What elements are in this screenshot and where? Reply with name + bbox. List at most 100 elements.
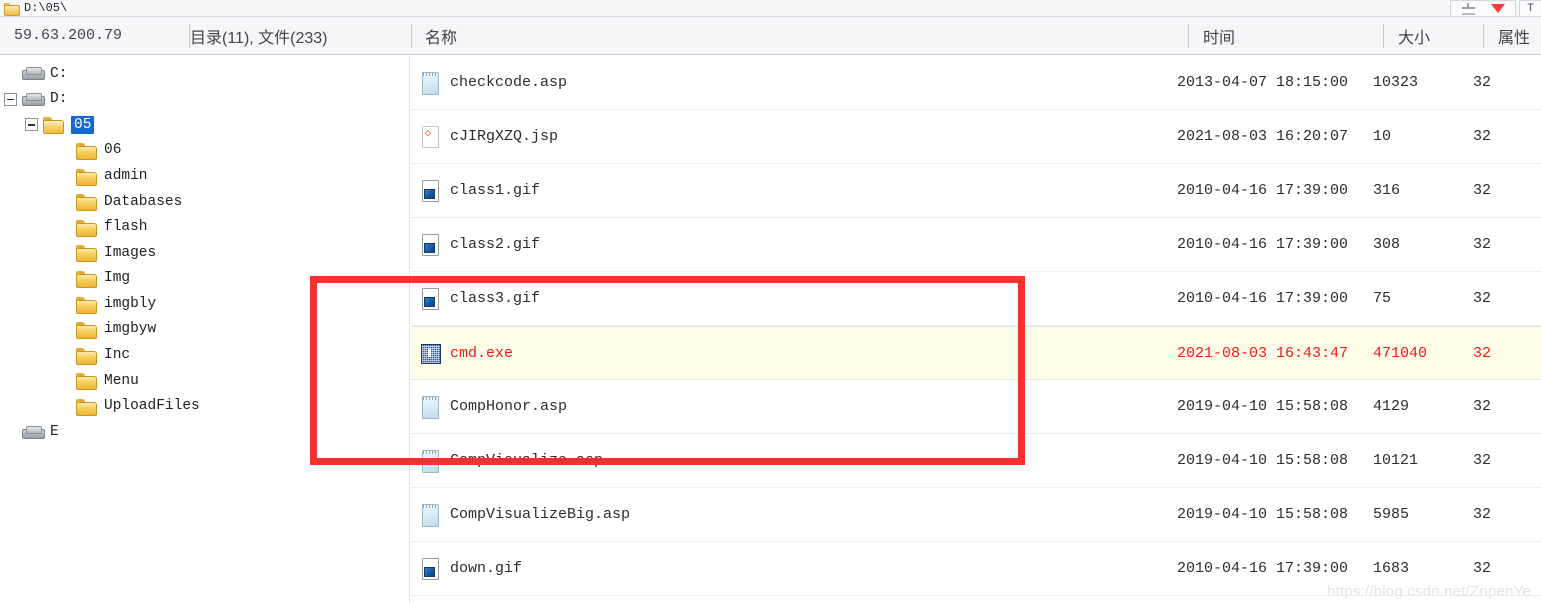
folder-icon <box>76 322 97 340</box>
file-name-cell: class1.gif <box>411 180 1177 202</box>
current-path[interactable]: D:\05\ <box>0 2 67 16</box>
tree-item-inc[interactable]: Inc <box>0 343 409 369</box>
tree-item-label: flash <box>104 219 148 236</box>
tree-item-d[interactable]: D: <box>0 87 409 113</box>
file-size-cell: 4129 <box>1373 398 1410 415</box>
asp-document-icon <box>421 396 439 419</box>
plus-minus-icon[interactable] <box>1461 2 1475 15</box>
file-name-label: class2.gif <box>450 236 541 253</box>
chevron-down-icon[interactable] <box>1490 4 1505 13</box>
host-ip-label: 59.63.200.79 <box>0 17 190 55</box>
tree-item-menu[interactable]: Menu <box>0 368 409 394</box>
tree-item-label: Images <box>104 244 157 261</box>
column-header-time[interactable]: 时间 <box>1189 17 1384 55</box>
file-size-cell: 10 <box>1373 128 1392 145</box>
file-size-cell: 5985 <box>1373 506 1410 523</box>
column-header-size[interactable]: 大小 <box>1384 17 1484 55</box>
tree-item-flash[interactable]: flash <box>0 215 409 241</box>
file-name-cell: CompHonor.asp <box>411 396 1177 419</box>
folder-icon <box>76 194 97 212</box>
file-name-cell: checkcode.asp <box>411 72 1177 95</box>
file-row[interactable]: class2.gif 2010-04-16 17:39:00 308 32 <box>411 218 1541 272</box>
tree-item-label: imgbly <box>104 295 157 312</box>
drive-icon <box>22 425 45 439</box>
file-size-cell: 10323 <box>1373 74 1419 91</box>
collapse-toggle-icon[interactable] <box>25 118 38 132</box>
file-attr-cell: 32 <box>1473 344 1492 362</box>
file-size-cell: 471040 <box>1373 344 1428 362</box>
tree-item-images[interactable]: Images <box>0 240 409 266</box>
file-attr-cell: 32 <box>1473 506 1492 523</box>
file-attr-cell: 32 <box>1473 452 1492 469</box>
file-row[interactable]: cmd.exe 2021-08-03 16:43:47 471040 32 <box>411 326 1541 380</box>
drive-icon <box>22 92 45 106</box>
file-row[interactable]: class1.gif 2010-04-16 17:39:00 316 32 <box>411 164 1541 218</box>
file-time-cell: 2019-04-10 15:58:08 <box>1177 452 1349 469</box>
column-header-name[interactable]: 名称 <box>412 17 1189 55</box>
tree-item-imgbly[interactable]: imgbly <box>0 291 409 317</box>
file-time-cell: 2019-04-10 15:58:08 <box>1177 398 1349 415</box>
file-time-cell: 2021-08-03 16:43:47 <box>1177 344 1349 362</box>
folder-icon <box>4 2 20 16</box>
file-list-panel[interactable]: checkcode.asp2013-04-07 18:15:001032332c… <box>411 56 1541 603</box>
asp-document-icon <box>421 72 439 95</box>
gif-image-icon <box>421 558 439 580</box>
folder-icon <box>76 271 97 289</box>
file-attr-cell: 32 <box>1473 290 1492 307</box>
file-row[interactable]: checkcode.asp 2013-04-07 18:15:00 10323 32 <box>411 56 1541 110</box>
column-header-attributes[interactable]: 属性 <box>1484 17 1541 55</box>
tree-item-05[interactable]: 05 <box>0 112 409 138</box>
tree-item-img[interactable]: Img <box>0 266 409 292</box>
jsp-code-icon <box>421 126 439 148</box>
file-name-cell: CompVisualizeBig.asp <box>411 504 1177 527</box>
tab-edge-button[interactable]: T <box>1519 0 1541 16</box>
file-name-cell: class2.gif <box>411 234 1177 256</box>
file-time-cell: 2010-04-16 17:39:00 <box>1177 290 1349 307</box>
file-row[interactable]: CompHonor.asp 2019-04-10 15:58:08 4129 32 <box>411 380 1541 434</box>
file-name-label: checkcode.asp <box>450 74 568 91</box>
tree-item-06[interactable]: 06 <box>0 138 409 164</box>
file-attr-cell: 32 <box>1473 236 1492 253</box>
file-name-label: class3.gif <box>450 290 541 307</box>
tree-item-admin[interactable]: admin <box>0 163 409 189</box>
file-name-label: cmd.exe <box>450 344 514 362</box>
directory-stats-label: 目录(11), 文件(233) <box>190 17 412 55</box>
file-row[interactable]: CompVisualize.asp 2019-04-10 15:58:08 1012… <box>411 434 1541 488</box>
asp-document-icon <box>421 504 439 527</box>
drive-icon <box>22 67 45 81</box>
file-size-cell: 10121 <box>1373 452 1419 469</box>
tree-item-label: admin <box>104 167 148 184</box>
file-time-cell: 2019-04-10 15:58:08 <box>1177 506 1349 523</box>
tree-item-label: C: <box>50 65 68 82</box>
file-time-cell: 2021-08-03 16:20:07 <box>1177 128 1349 145</box>
gif-image-icon <box>421 288 439 310</box>
collapse-toggle-icon[interactable] <box>4 92 17 106</box>
tree-item-databases[interactable]: Databases <box>0 189 409 215</box>
gif-image-icon <box>421 234 439 256</box>
tree-item-c[interactable]: C: <box>0 61 409 87</box>
file-name-cell: class3.gif <box>411 288 1177 310</box>
file-time-cell: 2010-04-16 17:39:00 <box>1177 560 1349 577</box>
file-name-label: CompVisualize.asp <box>450 452 604 469</box>
file-name-label: cJIRgXZQ.jsp <box>450 128 559 145</box>
file-row[interactable]: CompVisualizeBig.asp 2019-04-10 15:58:08 5… <box>411 488 1541 542</box>
file-row[interactable]: class3.gif 2010-04-16 17:39:00 75 32 <box>411 272 1541 326</box>
tree-item-uploadfiles[interactable]: UploadFiles <box>0 394 409 420</box>
file-attr-cell: 32 <box>1473 128 1492 145</box>
file-row[interactable]: cJIRgXZQ.jsp 2021-08-03 16:20:07 10 32 <box>411 110 1541 164</box>
tree-item-label: E <box>50 423 59 440</box>
file-size-cell: 316 <box>1373 182 1401 199</box>
tree-item-label: imgbyw <box>104 321 157 338</box>
tree-item-imgbyw[interactable]: imgbyw <box>0 317 409 343</box>
tree-item-e[interactable]: E <box>0 419 409 445</box>
file-time-cell: 2010-04-16 17:39:00 <box>1177 236 1349 253</box>
directory-tree-panel[interactable]: C: D: 05 06 admin Databases flash Images Img imgb… <box>0 56 410 603</box>
